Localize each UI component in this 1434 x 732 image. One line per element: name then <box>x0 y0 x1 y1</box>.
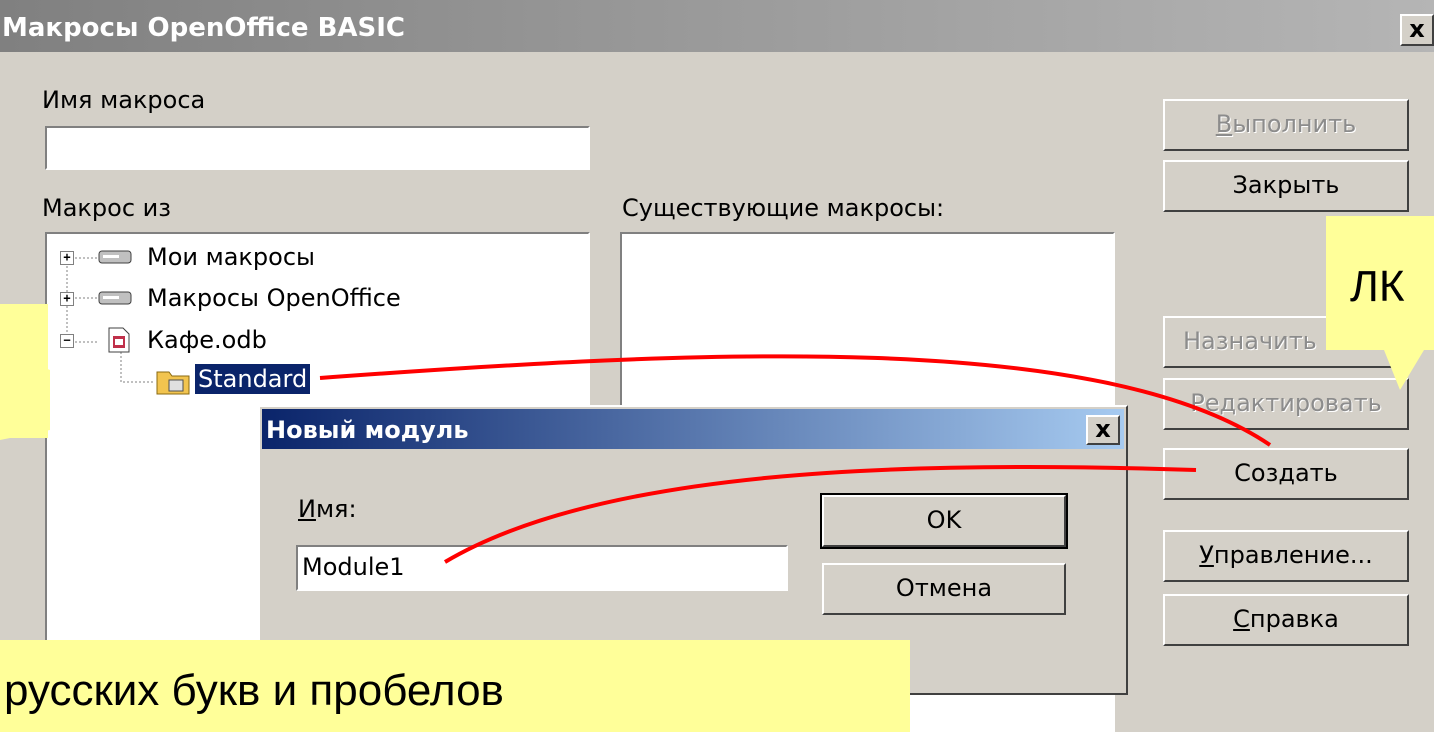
database-document-icon <box>108 327 130 353</box>
close-button[interactable]: Закрыть <box>1163 160 1409 212</box>
create-button[interactable]: Создать <box>1163 448 1409 500</box>
new-module-title-bar: Новый модуль <box>262 409 1124 449</box>
top-right-callout-tail <box>1380 340 1430 390</box>
expand-icon[interactable]: + <box>60 292 74 306</box>
tree-item-label-selected: Standard <box>195 364 311 394</box>
expand-icon[interactable]: + <box>60 251 74 265</box>
ok-button[interactable]: OK <box>820 493 1068 549</box>
macro-name-label: Имя макроса <box>42 86 206 114</box>
top-right-callout-text: ЛК <box>1350 262 1405 311</box>
macro-name-input[interactable] <box>45 126 590 170</box>
collapse-icon[interactable]: − <box>60 334 74 348</box>
run-button[interactable]: Выполнить <box>1163 99 1409 151</box>
module-name-input[interactable]: Module1 <box>296 545 788 591</box>
new-module-close-icon[interactable]: x <box>1086 415 1120 445</box>
bottom-callout-text: русских букв и пробелов <box>4 666 504 715</box>
drive-icon <box>98 291 132 305</box>
new-module-title: Новый модуль <box>266 416 469 444</box>
macros-dialog: Макросы OpenOffice BASIC x Имя макроса М… <box>0 0 1434 732</box>
left-callout-tail <box>0 350 50 440</box>
manage-button[interactable]: Управление... <box>1163 530 1409 582</box>
close-icon[interactable]: x <box>1400 14 1434 46</box>
tree-item-label: Макросы OpenOffice <box>147 284 401 312</box>
drive-icon <box>98 250 132 264</box>
existing-macros-label: Существующие макросы: <box>622 194 945 222</box>
help-button[interactable]: Справка <box>1163 594 1409 646</box>
cancel-button[interactable]: Отмена <box>822 563 1066 615</box>
tree-item-label: Мои макросы <box>147 243 315 271</box>
module-name-label: Имя: <box>298 495 357 523</box>
library-folder-icon <box>156 371 190 395</box>
macro-from-label: Макрос из <box>42 194 172 222</box>
tree-item-label: Кафе.odb <box>147 326 267 354</box>
window-title: Макросы OpenOffice BASIC <box>2 13 405 43</box>
title-bar: Макросы OpenOffice BASIC <box>0 0 1434 52</box>
